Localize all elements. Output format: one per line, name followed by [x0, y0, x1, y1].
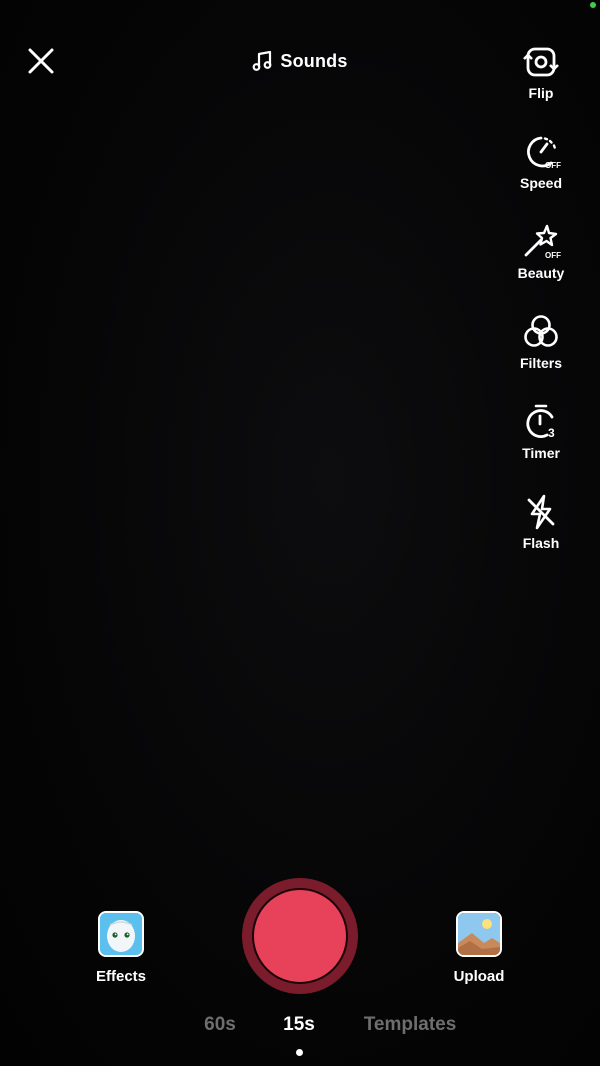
mode-selector: 60s 15s Templates — [0, 1014, 600, 1044]
upload-thumbnail — [456, 911, 502, 957]
sounds-label: Sounds — [280, 50, 348, 71]
upload-button[interactable]: Upload — [448, 911, 510, 985]
beauty-off-badge: OFF — [545, 251, 561, 260]
gallery-image-icon — [458, 913, 500, 955]
music-note-icon — [252, 50, 272, 71]
timer-icon: 3 — [526, 404, 555, 440]
upload-label: Upload — [453, 968, 505, 985]
filters-button[interactable]: Filters — [482, 312, 600, 392]
flip-label: Flip — [528, 85, 554, 101]
speed-off-badge: OFF — [545, 161, 561, 170]
flip-button[interactable]: Flip — [482, 42, 600, 122]
record-button-inner — [252, 888, 348, 984]
active-mode-indicator — [296, 1049, 303, 1056]
flash-label: Flash — [522, 535, 560, 551]
timer-badge: 3 — [548, 426, 555, 440]
effects-button[interactable]: Effects — [90, 911, 152, 985]
speed-button[interactable]: OFF Speed — [482, 132, 600, 212]
record-button[interactable] — [242, 878, 358, 994]
flash-button[interactable]: Flash — [482, 492, 600, 572]
speed-label: Speed — [519, 175, 562, 191]
effects-label: Effects — [95, 968, 147, 985]
camera-viewfinder: Sounds Flip OFF Speed OFF Beauty Filters… — [0, 0, 600, 1066]
mode-60s[interactable]: 60s — [204, 1014, 236, 1036]
effects-face-icon — [100, 913, 142, 955]
timer-button[interactable]: 3 Timer — [482, 402, 600, 482]
timer-label: Timer — [522, 445, 560, 461]
flash-off-icon — [527, 494, 555, 530]
beauty-label: Beauty — [517, 265, 565, 281]
speed-icon: OFF — [527, 136, 561, 170]
filters-label: Filters — [519, 355, 562, 371]
filters-icon — [524, 315, 558, 347]
flip-camera-icon — [523, 47, 559, 77]
beauty-wand-icon: OFF — [524, 224, 561, 260]
effects-thumbnail — [98, 911, 144, 957]
mode-15s[interactable]: 15s — [283, 1014, 315, 1036]
beauty-button[interactable]: OFF Beauty — [482, 222, 600, 302]
status-indicator-dot — [590, 2, 596, 8]
mode-templates[interactable]: Templates — [364, 1014, 457, 1036]
